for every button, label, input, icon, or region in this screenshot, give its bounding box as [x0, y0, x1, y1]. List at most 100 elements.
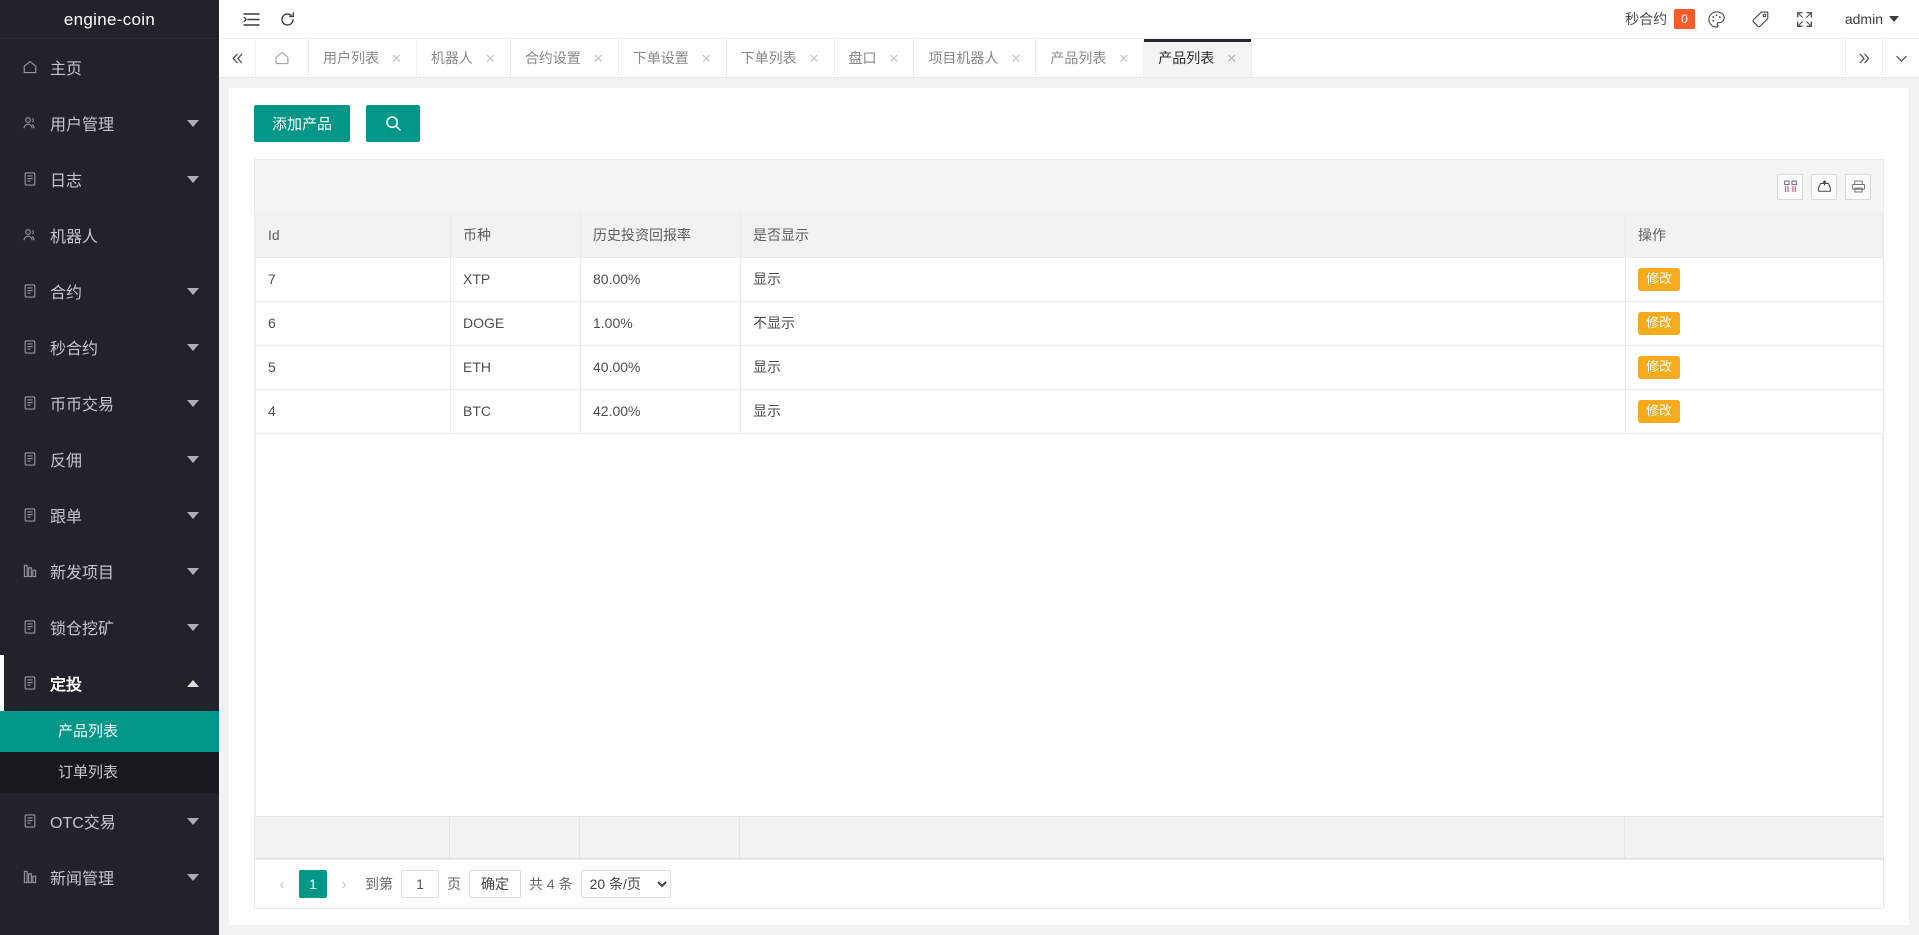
pagination-prev-button[interactable]: ‹: [269, 871, 295, 897]
document-icon: [22, 619, 44, 635]
tab-close-icon[interactable]: ✕: [1226, 52, 1237, 65]
tab-item-9[interactable]: 产品列表✕: [1144, 39, 1252, 77]
tab-item-2[interactable]: 机器人 ✕: [417, 39, 511, 77]
pager-wrap: ‹ 1 › 到第 页 确定 共 4 条 10 条/页20 条/页50 条/页10…: [229, 860, 1909, 925]
tab-label: 机器人: [431, 48, 473, 68]
app-root: engine-coin 主页用户管理日志机器人合约秒合约币币交易反佣跟单新发项目…: [0, 0, 1919, 935]
edit-button[interactable]: 修改: [1638, 268, 1680, 291]
tab-item-8[interactable]: 产品列表✕: [1036, 39, 1144, 77]
export-icon[interactable]: [1811, 174, 1837, 200]
sidebar-item-13[interactable]: OTC交易: [0, 793, 219, 849]
table-col-header-3: 历史投资回报率: [581, 213, 741, 258]
document-icon: [22, 171, 44, 187]
cell-visible: 显示: [741, 389, 1626, 433]
summary-cell-action: [1625, 817, 1883, 858]
chevron-icon: [187, 568, 199, 575]
tab-item-6[interactable]: 盘口 ✕: [835, 39, 915, 77]
tab-close-icon[interactable]: ✕: [391, 52, 402, 65]
sidebar-item-label: 新发项目: [44, 559, 187, 583]
add-product-button[interactable]: 添加产品: [254, 105, 350, 142]
tab-dropdown-button[interactable]: [1882, 39, 1919, 77]
print-icon[interactable]: [1845, 174, 1871, 200]
chevron-icon: [187, 512, 199, 519]
sidebar-item-2[interactable]: 用户管理: [0, 95, 219, 151]
home-icon: [22, 59, 44, 75]
tab-scroll-left-button[interactable]: [219, 39, 256, 77]
products-table: Id币种历史投资回报率是否显示操作 7XTP80.00%显示修改6DOGE1.0…: [255, 213, 1883, 434]
pagination-next-button[interactable]: ›: [331, 871, 357, 897]
edit-button[interactable]: 修改: [1638, 356, 1680, 379]
sidebar-item-6[interactable]: 秒合约: [0, 319, 219, 375]
tab-strip: 用户列表✕机器人✕合约设置✕下单设置✕下单列表✕盘口✕项目机器人✕产品列表✕产品…: [219, 39, 1919, 78]
tab-close-icon[interactable]: ✕: [701, 52, 712, 65]
tab-item-4[interactable]: 下单设置 ✕: [619, 39, 727, 77]
tab-close-icon[interactable]: ✕: [889, 52, 900, 65]
sidebar-item-14[interactable]: 新闻管理: [0, 849, 219, 905]
goto-page-input[interactable]: [401, 870, 439, 898]
tab-item-1[interactable]: 用户列表 ✕: [309, 39, 417, 77]
sidebar-item-label: 反佣: [44, 447, 187, 471]
tag-icon[interactable]: [1739, 2, 1783, 36]
tab-close-icon[interactable]: ✕: [809, 52, 820, 65]
tab-scroll-right-button[interactable]: [1845, 39, 1882, 77]
table-col-header-2: 币种: [451, 213, 581, 258]
cell-visible: 显示: [741, 258, 1626, 302]
user-name: admin: [1845, 11, 1883, 27]
tab-label: 盘口: [849, 48, 877, 68]
tab-label: 用户列表: [323, 48, 379, 68]
user-menu[interactable]: admin: [1827, 11, 1903, 27]
sidebar-item-3[interactable]: 日志: [0, 151, 219, 207]
tab-item-7[interactable]: 项目机器人✕: [914, 39, 1036, 77]
edit-button[interactable]: 修改: [1638, 400, 1680, 423]
sidebar-subitem-1[interactable]: 产品列表: [0, 711, 219, 752]
tab-close-icon[interactable]: ✕: [1010, 52, 1021, 65]
pagination-page-1[interactable]: 1: [299, 870, 327, 898]
sidebar-item-4[interactable]: 机器人: [0, 207, 219, 263]
goto-confirm-button[interactable]: 确定: [469, 870, 521, 898]
fullscreen-icon[interactable]: [1783, 2, 1827, 36]
sidebar-item-1[interactable]: 主页: [0, 39, 219, 95]
sidebar-item-8[interactable]: 反佣: [0, 431, 219, 487]
cell-action: 修改: [1626, 258, 1883, 302]
sidebar-item-11[interactable]: 锁仓挖矿: [0, 599, 219, 655]
tab-home[interactable]: [256, 39, 309, 77]
cell-id: 6: [256, 301, 451, 345]
sidebar-item-9[interactable]: 跟单: [0, 487, 219, 543]
page-size-select[interactable]: 10 条/页20 条/页50 条/页100 条/页: [581, 870, 671, 898]
table-container: Id币种历史投资回报率是否显示操作 7XTP80.00%显示修改6DOGE1.0…: [254, 159, 1884, 860]
tab-item-5[interactable]: 下单列表✕: [727, 39, 835, 77]
cell-id: 5: [256, 345, 451, 389]
edit-button[interactable]: 修改: [1638, 312, 1680, 335]
chevron-icon: [187, 344, 199, 351]
notice-label[interactable]: 秒合约: [1625, 9, 1674, 29]
table-empty-space: [255, 434, 1883, 816]
total-count-label: 共 4 条: [521, 874, 581, 894]
sidebar-item-label: 新闻管理: [44, 865, 187, 889]
notice-count-badge[interactable]: 0: [1674, 9, 1695, 29]
table-row: 5ETH40.00%显示修改: [256, 345, 1883, 389]
sidebar-item-10[interactable]: 新发项目: [0, 543, 219, 599]
page-card: 添加产品: [229, 88, 1909, 925]
tab-label: 下单设置: [633, 48, 689, 68]
sidebar-item-label: 合约: [44, 279, 187, 303]
sidebar-item-7[interactable]: 币币交易: [0, 375, 219, 431]
tab-list: 用户列表✕机器人✕合约设置✕下单设置✕下单列表✕盘口✕项目机器人✕产品列表✕产品…: [309, 39, 1845, 77]
refresh-icon[interactable]: [269, 2, 305, 36]
cell-visible: 不显示: [741, 301, 1626, 345]
sidebar-item-label: 用户管理: [44, 111, 187, 135]
cell-id: 4: [256, 389, 451, 433]
table-header-row: Id币种历史投资回报率是否显示操作: [256, 213, 1883, 258]
tab-close-icon[interactable]: ✕: [485, 52, 496, 65]
sidebar-item-5[interactable]: 合约: [0, 263, 219, 319]
search-button[interactable]: [366, 105, 420, 142]
sidebar-nav: 主页用户管理日志机器人合约秒合约币币交易反佣跟单新发项目锁仓挖矿定投产品列表订单…: [0, 39, 219, 905]
palette-icon[interactable]: [1695, 2, 1739, 36]
cell-coin: BTC: [451, 389, 581, 433]
tab-close-icon[interactable]: ✕: [593, 52, 604, 65]
sidebar-item-12[interactable]: 定投: [0, 655, 219, 711]
menu-fold-icon[interactable]: [233, 2, 269, 36]
columns-icon[interactable]: [1777, 174, 1803, 200]
sidebar-subitem-2[interactable]: 订单列表: [0, 752, 219, 793]
tab-close-icon[interactable]: ✕: [1118, 52, 1129, 65]
tab-item-3[interactable]: 合约设置✕: [511, 39, 619, 77]
